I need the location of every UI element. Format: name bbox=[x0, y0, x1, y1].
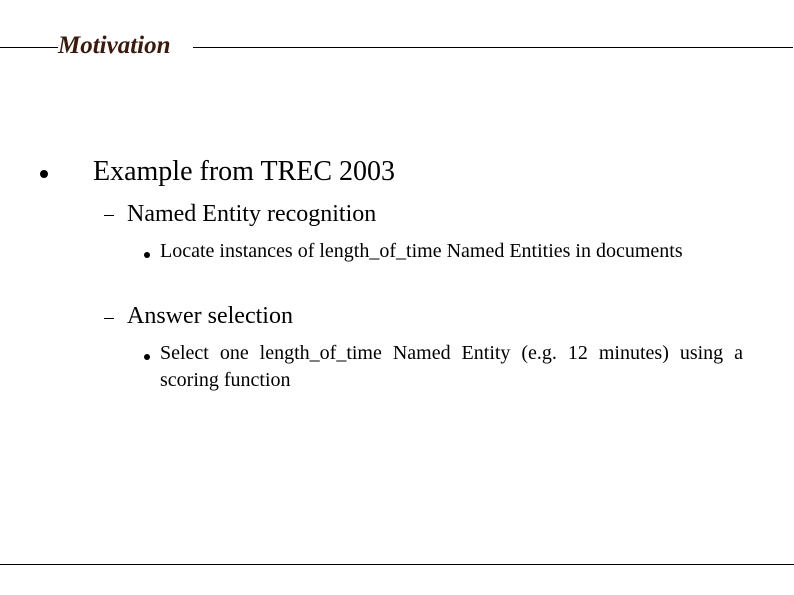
bullet-level3-select: Select one length_of_time Named Entity (… bbox=[160, 342, 743, 391]
bullet-level3-locate: Locate instances of length_of_time Named… bbox=[160, 240, 683, 262]
title-rule-right bbox=[193, 47, 793, 48]
bullet-level1: Example from TREC 2003 bbox=[93, 156, 395, 187]
bullet-dot-icon bbox=[40, 170, 48, 178]
title-rule-left bbox=[0, 47, 58, 48]
bullet-dot-icon bbox=[144, 252, 150, 258]
bullet-level2-answer: Answer selection bbox=[127, 303, 293, 329]
dash-icon bbox=[104, 318, 114, 319]
bullet-dot-icon bbox=[144, 354, 150, 360]
footer-rule bbox=[0, 564, 794, 565]
slide-title: Motivation bbox=[58, 32, 171, 59]
bullet-level2-ner: Named Entity recognition bbox=[127, 201, 377, 227]
dash-icon bbox=[104, 215, 114, 216]
